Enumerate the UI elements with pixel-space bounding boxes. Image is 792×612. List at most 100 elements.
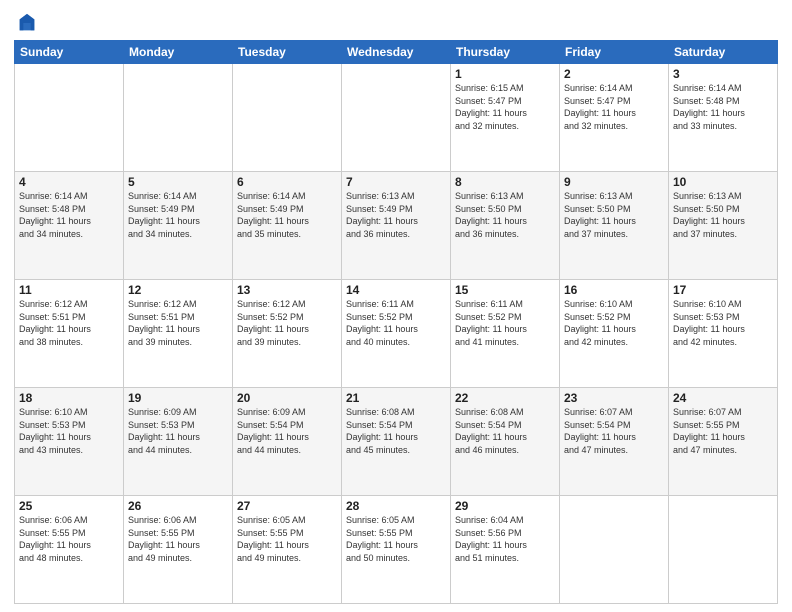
day-cell: 28Sunrise: 6:05 AM Sunset: 5:55 PM Dayli… [342, 496, 451, 604]
day-number: 25 [19, 499, 119, 513]
day-info: Sunrise: 6:10 AM Sunset: 5:53 PM Dayligh… [673, 298, 773, 348]
day-cell: 23Sunrise: 6:07 AM Sunset: 5:54 PM Dayli… [560, 388, 669, 496]
day-cell: 27Sunrise: 6:05 AM Sunset: 5:55 PM Dayli… [233, 496, 342, 604]
day-cell: 6Sunrise: 6:14 AM Sunset: 5:49 PM Daylig… [233, 172, 342, 280]
header-row: SundayMondayTuesdayWednesdayThursdayFrid… [15, 41, 778, 64]
calendar-table: SundayMondayTuesdayWednesdayThursdayFrid… [14, 40, 778, 604]
day-info: Sunrise: 6:13 AM Sunset: 5:49 PM Dayligh… [346, 190, 446, 240]
header [14, 10, 778, 34]
day-info: Sunrise: 6:07 AM Sunset: 5:55 PM Dayligh… [673, 406, 773, 456]
day-info: Sunrise: 6:09 AM Sunset: 5:53 PM Dayligh… [128, 406, 228, 456]
day-cell: 5Sunrise: 6:14 AM Sunset: 5:49 PM Daylig… [124, 172, 233, 280]
day-cell [669, 496, 778, 604]
day-number: 4 [19, 175, 119, 189]
day-number: 12 [128, 283, 228, 297]
day-cell: 18Sunrise: 6:10 AM Sunset: 5:53 PM Dayli… [15, 388, 124, 496]
day-info: Sunrise: 6:05 AM Sunset: 5:55 PM Dayligh… [237, 514, 337, 564]
day-cell: 19Sunrise: 6:09 AM Sunset: 5:53 PM Dayli… [124, 388, 233, 496]
day-cell: 7Sunrise: 6:13 AM Sunset: 5:49 PM Daylig… [342, 172, 451, 280]
day-number: 8 [455, 175, 555, 189]
day-info: Sunrise: 6:14 AM Sunset: 5:48 PM Dayligh… [19, 190, 119, 240]
col-header-sunday: Sunday [15, 41, 124, 64]
day-info: Sunrise: 6:11 AM Sunset: 5:52 PM Dayligh… [455, 298, 555, 348]
day-info: Sunrise: 6:13 AM Sunset: 5:50 PM Dayligh… [455, 190, 555, 240]
day-cell: 25Sunrise: 6:06 AM Sunset: 5:55 PM Dayli… [15, 496, 124, 604]
day-cell [124, 64, 233, 172]
day-cell [560, 496, 669, 604]
day-number: 5 [128, 175, 228, 189]
day-cell: 3Sunrise: 6:14 AM Sunset: 5:48 PM Daylig… [669, 64, 778, 172]
day-number: 1 [455, 67, 555, 81]
day-cell: 22Sunrise: 6:08 AM Sunset: 5:54 PM Dayli… [451, 388, 560, 496]
day-info: Sunrise: 6:12 AM Sunset: 5:51 PM Dayligh… [19, 298, 119, 348]
day-cell: 24Sunrise: 6:07 AM Sunset: 5:55 PM Dayli… [669, 388, 778, 496]
day-info: Sunrise: 6:08 AM Sunset: 5:54 PM Dayligh… [455, 406, 555, 456]
day-cell: 12Sunrise: 6:12 AM Sunset: 5:51 PM Dayli… [124, 280, 233, 388]
day-number: 7 [346, 175, 446, 189]
day-number: 23 [564, 391, 664, 405]
day-info: Sunrise: 6:10 AM Sunset: 5:53 PM Dayligh… [19, 406, 119, 456]
day-cell: 2Sunrise: 6:14 AM Sunset: 5:47 PM Daylig… [560, 64, 669, 172]
week-row-5: 25Sunrise: 6:06 AM Sunset: 5:55 PM Dayli… [15, 496, 778, 604]
day-number: 13 [237, 283, 337, 297]
day-info: Sunrise: 6:07 AM Sunset: 5:54 PM Dayligh… [564, 406, 664, 456]
day-number: 17 [673, 283, 773, 297]
day-info: Sunrise: 6:09 AM Sunset: 5:54 PM Dayligh… [237, 406, 337, 456]
week-row-1: 1Sunrise: 6:15 AM Sunset: 5:47 PM Daylig… [15, 64, 778, 172]
day-number: 14 [346, 283, 446, 297]
day-cell: 29Sunrise: 6:04 AM Sunset: 5:56 PM Dayli… [451, 496, 560, 604]
day-number: 18 [19, 391, 119, 405]
day-cell: 8Sunrise: 6:13 AM Sunset: 5:50 PM Daylig… [451, 172, 560, 280]
col-header-friday: Friday [560, 41, 669, 64]
day-number: 20 [237, 391, 337, 405]
day-number: 9 [564, 175, 664, 189]
day-number: 2 [564, 67, 664, 81]
day-cell: 26Sunrise: 6:06 AM Sunset: 5:55 PM Dayli… [124, 496, 233, 604]
day-info: Sunrise: 6:06 AM Sunset: 5:55 PM Dayligh… [128, 514, 228, 564]
day-cell: 4Sunrise: 6:14 AM Sunset: 5:48 PM Daylig… [15, 172, 124, 280]
logo [14, 14, 38, 34]
week-row-3: 11Sunrise: 6:12 AM Sunset: 5:51 PM Dayli… [15, 280, 778, 388]
day-number: 3 [673, 67, 773, 81]
day-cell: 13Sunrise: 6:12 AM Sunset: 5:52 PM Dayli… [233, 280, 342, 388]
day-cell: 21Sunrise: 6:08 AM Sunset: 5:54 PM Dayli… [342, 388, 451, 496]
day-number: 26 [128, 499, 228, 513]
day-cell: 10Sunrise: 6:13 AM Sunset: 5:50 PM Dayli… [669, 172, 778, 280]
day-cell: 1Sunrise: 6:15 AM Sunset: 5:47 PM Daylig… [451, 64, 560, 172]
day-number: 19 [128, 391, 228, 405]
day-cell [233, 64, 342, 172]
day-info: Sunrise: 6:12 AM Sunset: 5:52 PM Dayligh… [237, 298, 337, 348]
day-number: 22 [455, 391, 555, 405]
day-cell: 20Sunrise: 6:09 AM Sunset: 5:54 PM Dayli… [233, 388, 342, 496]
day-info: Sunrise: 6:14 AM Sunset: 5:49 PM Dayligh… [237, 190, 337, 240]
day-cell: 11Sunrise: 6:12 AM Sunset: 5:51 PM Dayli… [15, 280, 124, 388]
day-number: 10 [673, 175, 773, 189]
day-cell: 14Sunrise: 6:11 AM Sunset: 5:52 PM Dayli… [342, 280, 451, 388]
day-number: 11 [19, 283, 119, 297]
day-number: 28 [346, 499, 446, 513]
day-cell: 9Sunrise: 6:13 AM Sunset: 5:50 PM Daylig… [560, 172, 669, 280]
col-header-tuesday: Tuesday [233, 41, 342, 64]
day-number: 16 [564, 283, 664, 297]
day-cell [342, 64, 451, 172]
day-info: Sunrise: 6:10 AM Sunset: 5:52 PM Dayligh… [564, 298, 664, 348]
day-info: Sunrise: 6:12 AM Sunset: 5:51 PM Dayligh… [128, 298, 228, 348]
page: SundayMondayTuesdayWednesdayThursdayFrid… [0, 0, 792, 612]
day-info: Sunrise: 6:04 AM Sunset: 5:56 PM Dayligh… [455, 514, 555, 564]
col-header-saturday: Saturday [669, 41, 778, 64]
day-cell [15, 64, 124, 172]
week-row-2: 4Sunrise: 6:14 AM Sunset: 5:48 PM Daylig… [15, 172, 778, 280]
col-header-thursday: Thursday [451, 41, 560, 64]
day-number: 29 [455, 499, 555, 513]
day-info: Sunrise: 6:14 AM Sunset: 5:47 PM Dayligh… [564, 82, 664, 132]
day-info: Sunrise: 6:08 AM Sunset: 5:54 PM Dayligh… [346, 406, 446, 456]
day-number: 24 [673, 391, 773, 405]
day-cell: 16Sunrise: 6:10 AM Sunset: 5:52 PM Dayli… [560, 280, 669, 388]
col-header-wednesday: Wednesday [342, 41, 451, 64]
day-info: Sunrise: 6:11 AM Sunset: 5:52 PM Dayligh… [346, 298, 446, 348]
day-info: Sunrise: 6:06 AM Sunset: 5:55 PM Dayligh… [19, 514, 119, 564]
day-info: Sunrise: 6:13 AM Sunset: 5:50 PM Dayligh… [673, 190, 773, 240]
logo-icon [16, 12, 38, 34]
day-cell: 15Sunrise: 6:11 AM Sunset: 5:52 PM Dayli… [451, 280, 560, 388]
day-cell: 17Sunrise: 6:10 AM Sunset: 5:53 PM Dayli… [669, 280, 778, 388]
